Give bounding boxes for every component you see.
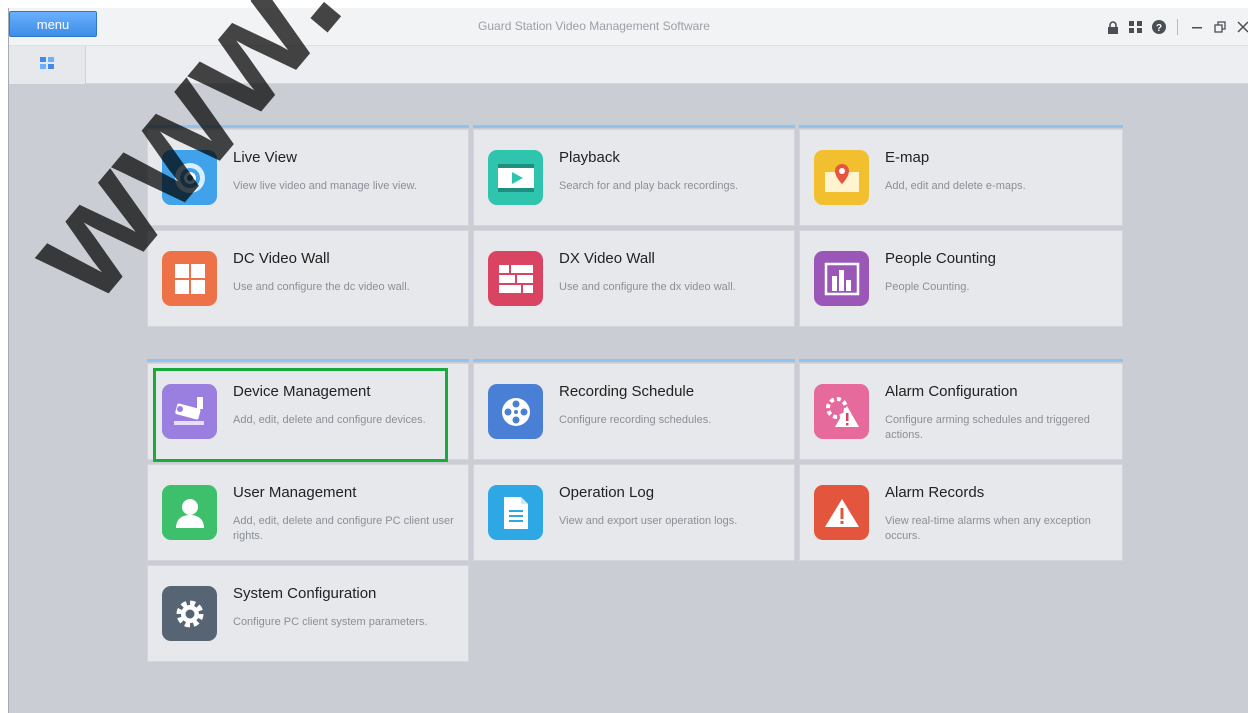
tile-playback[interactable]: Playback Search for and play back record… bbox=[473, 129, 795, 226]
windows-grid-icon bbox=[162, 251, 217, 306]
tile-people-counting[interactable]: People Counting People Counting. bbox=[799, 230, 1123, 327]
document-icon bbox=[488, 485, 543, 540]
tab-bar bbox=[9, 46, 1248, 84]
tile-alarm-records[interactable]: Alarm Records View real-time alarms when… bbox=[799, 464, 1123, 561]
close-icon[interactable] bbox=[1233, 17, 1248, 37]
tile-title: DC Video Wall bbox=[233, 250, 330, 267]
group-bar bbox=[799, 359, 1123, 362]
tile-description: Use and configure the dx video wall. bbox=[559, 281, 736, 293]
tile-title: Alarm Records bbox=[885, 484, 985, 501]
warning-icon bbox=[814, 485, 869, 540]
window-controls: ? bbox=[1100, 17, 1248, 37]
tile-operation-log[interactable]: Operation Log View and export user opera… bbox=[473, 464, 795, 561]
tile-alarm-configuration[interactable]: Alarm Configuration Configure arming sch… bbox=[799, 363, 1123, 460]
svg-text:?: ? bbox=[1156, 23, 1162, 34]
alarm-gear-icon bbox=[814, 384, 869, 439]
tile-title: Playback bbox=[559, 149, 620, 166]
tile-title: Operation Log bbox=[559, 484, 655, 501]
tile-title: DX Video Wall bbox=[559, 250, 655, 267]
film-play-icon bbox=[488, 150, 543, 205]
tile-title: People Counting bbox=[885, 250, 996, 267]
group-bar bbox=[147, 125, 469, 128]
tile-title: E-map bbox=[885, 149, 930, 166]
settings-gear-icon bbox=[162, 586, 217, 641]
help-icon[interactable]: ? bbox=[1149, 17, 1169, 37]
tile-user-management[interactable]: User Management Add, edit, delete and co… bbox=[147, 464, 469, 561]
tile-title: Alarm Configuration bbox=[885, 383, 1018, 400]
tile-title: User Management bbox=[233, 484, 357, 501]
cctv-camera-icon bbox=[162, 384, 217, 439]
tile-description: Search for and play back recordings. bbox=[559, 180, 739, 192]
lock-icon[interactable] bbox=[1103, 17, 1123, 37]
grid-icon bbox=[40, 56, 54, 74]
tile-device-management[interactable]: Device Management Add, edit, delete and … bbox=[147, 363, 469, 460]
tile-description: Configure recording schedules. bbox=[559, 414, 712, 426]
tab-home[interactable] bbox=[9, 46, 86, 84]
group-bar bbox=[799, 125, 1123, 128]
tile-title: Live View bbox=[233, 149, 297, 166]
toolbar-divider bbox=[1177, 19, 1178, 35]
tile-e-map[interactable]: E-map Add, edit and delete e-maps. bbox=[799, 129, 1123, 226]
map-pin-icon bbox=[814, 150, 869, 205]
video-wall-icon bbox=[488, 251, 543, 306]
minimize-icon[interactable] bbox=[1187, 17, 1207, 37]
tile-description: Add, edit, delete and configure PC clien… bbox=[233, 515, 454, 542]
group-bar bbox=[147, 359, 469, 362]
tile-description: View and export user operation logs. bbox=[559, 515, 738, 527]
group-bar bbox=[473, 125, 795, 128]
tile-description: Add, edit, delete and configure devices. bbox=[233, 414, 426, 426]
bar-chart-icon bbox=[814, 251, 869, 306]
tile-system-configuration[interactable]: System Configuration Configure PC client… bbox=[147, 565, 469, 662]
tile-description: People Counting. bbox=[885, 281, 970, 293]
tile-title: Recording Schedule bbox=[559, 383, 695, 400]
tile-description: Configure arming schedules and triggered… bbox=[885, 414, 1090, 441]
tile-description: Configure PC client system parameters. bbox=[233, 616, 428, 628]
tile-dx-video-wall[interactable]: DX Video Wall Use and configure the dx v… bbox=[473, 230, 795, 327]
tile-description: View live video and manage live view. bbox=[233, 180, 417, 192]
group-bar bbox=[473, 359, 795, 362]
tile-description: Use and configure the dc video wall. bbox=[233, 281, 410, 293]
restore-icon[interactable] bbox=[1210, 17, 1230, 37]
user-icon bbox=[162, 485, 217, 540]
title-bar: menu Guard Station Video Management Soft… bbox=[9, 8, 1248, 46]
tile-live-view[interactable]: Live View View live video and manage liv… bbox=[147, 129, 469, 226]
tile-title: System Configuration bbox=[233, 585, 377, 602]
home-dashboard: Live View View live video and manage liv… bbox=[9, 84, 1248, 713]
app-title: Guard Station Video Management Software bbox=[478, 19, 710, 33]
tile-title: Device Management bbox=[233, 383, 371, 400]
tile-recording-schedule[interactable]: Recording Schedule Configure recording s… bbox=[473, 363, 795, 460]
app-window: menu Guard Station Video Management Soft… bbox=[8, 8, 1248, 713]
tile-dc-video-wall[interactable]: DC Video Wall Use and configure the dc v… bbox=[147, 230, 469, 327]
film-reel-icon bbox=[488, 384, 543, 439]
tile-description: View real-time alarms when any exception… bbox=[885, 515, 1091, 542]
layout-icon[interactable] bbox=[1126, 17, 1146, 37]
camera-lens-icon bbox=[162, 150, 217, 205]
tile-description: Add, edit and delete e-maps. bbox=[885, 180, 1026, 192]
